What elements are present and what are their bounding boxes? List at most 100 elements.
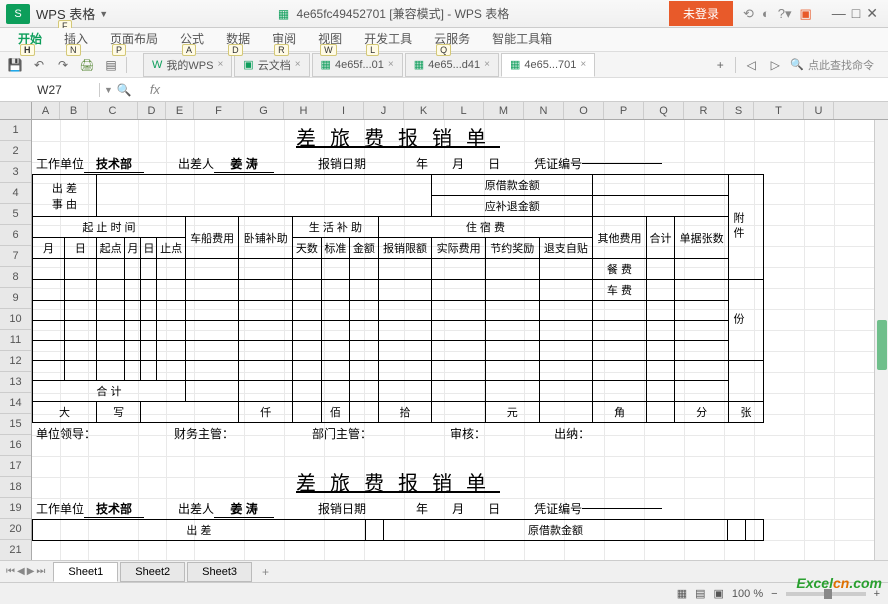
zoom-level[interactable]: 100 % bbox=[732, 588, 763, 600]
col-header-K[interactable]: K bbox=[404, 102, 444, 119]
menu-tab-4[interactable]: 数据D bbox=[224, 26, 252, 51]
zoom-slider[interactable] bbox=[786, 592, 866, 596]
col-header-P[interactable]: P bbox=[604, 102, 644, 119]
print-icon[interactable]: 🖨 bbox=[78, 56, 96, 74]
col-header-C[interactable]: C bbox=[88, 102, 138, 119]
formula-input[interactable] bbox=[170, 83, 888, 97]
view-layout-icon[interactable]: ▤ bbox=[695, 587, 705, 600]
doc-tab-3[interactable]: ▦4e65...d41× bbox=[405, 53, 499, 77]
row-header-21[interactable]: 21 bbox=[0, 540, 31, 560]
doc-tab-1[interactable]: ▣云文档× bbox=[234, 53, 309, 77]
close-icon[interactable]: × bbox=[295, 59, 301, 70]
col-header-S[interactable]: S bbox=[724, 102, 754, 119]
row-header-17[interactable]: 17 bbox=[0, 456, 31, 477]
skin-icon[interactable]: ◐ bbox=[762, 6, 770, 22]
zoom-out-button[interactable]: − bbox=[771, 588, 777, 600]
sync-icon[interactable]: ⟲ bbox=[743, 6, 754, 22]
sheet-prev-icon[interactable]: ◀ bbox=[17, 566, 25, 577]
col-header-M[interactable]: M bbox=[484, 102, 524, 119]
col-header-T[interactable]: T bbox=[754, 102, 804, 119]
undo-icon[interactable]: ↶ bbox=[30, 56, 48, 74]
vertical-scrollbar[interactable] bbox=[874, 120, 888, 560]
row-header-19[interactable]: 19 bbox=[0, 498, 31, 519]
col-header-F[interactable]: F bbox=[194, 102, 244, 119]
col-header-E[interactable]: E bbox=[166, 102, 194, 119]
preview-icon[interactable]: ▤ bbox=[102, 56, 120, 74]
cell-ref-dropdown[interactable]: ▼ bbox=[100, 85, 117, 95]
close-icon[interactable]: × bbox=[388, 59, 394, 70]
col-header-G[interactable]: G bbox=[244, 102, 284, 119]
row-header-10[interactable]: 10 bbox=[0, 309, 31, 330]
col-header-B[interactable]: B bbox=[60, 102, 88, 119]
minimize-button[interactable]: — bbox=[832, 5, 846, 22]
row-header-13[interactable]: 13 bbox=[0, 372, 31, 393]
sheet-next-icon[interactable]: ▶ bbox=[27, 566, 35, 577]
select-all-corner[interactable] bbox=[0, 102, 32, 119]
row-header-16[interactable]: 16 bbox=[0, 435, 31, 456]
scrollbar-thumb[interactable] bbox=[877, 320, 887, 370]
sheet-first-icon[interactable]: ⏮ bbox=[6, 566, 15, 577]
grid-area[interactable]: 差旅费报销单 工作单位 技术部 出差人 姜 涛 报销日期 年 月 日 凭证编号 bbox=[32, 120, 888, 560]
view-normal-icon[interactable]: ▦ bbox=[677, 587, 687, 600]
row-header-6[interactable]: 6 bbox=[0, 225, 31, 246]
menu-tab-8[interactable]: 云服务Q bbox=[432, 26, 472, 51]
row-header-14[interactable]: 14 bbox=[0, 393, 31, 414]
sheet-last-icon[interactable]: ⏭ bbox=[36, 566, 45, 577]
cell-reference-box[interactable]: W27 bbox=[0, 83, 100, 97]
row-header-7[interactable]: 7 bbox=[0, 246, 31, 267]
menu-tab-1[interactable]: 插入N bbox=[62, 26, 90, 51]
add-sheet-button[interactable]: + bbox=[254, 562, 277, 582]
new-tab-button[interactable]: + bbox=[711, 56, 729, 74]
row-header-11[interactable]: 11 bbox=[0, 330, 31, 351]
close-button[interactable]: ✕ bbox=[866, 5, 878, 22]
menu-tab-6[interactable]: 视图W bbox=[316, 26, 344, 51]
row-header-12[interactable]: 12 bbox=[0, 351, 31, 372]
login-button[interactable]: 未登录 bbox=[669, 1, 733, 26]
save-icon[interactable]: 💾 bbox=[6, 56, 24, 74]
ribbon-toggle-icon[interactable]: ▣ bbox=[800, 6, 812, 22]
row-header-18[interactable]: 18 bbox=[0, 477, 31, 498]
close-icon[interactable]: × bbox=[484, 59, 490, 70]
app-menu-dropdown[interactable]: ▼ bbox=[99, 9, 108, 19]
prev-tab-icon[interactable]: ◁ bbox=[742, 56, 760, 74]
menu-tab-0[interactable]: 开始H bbox=[16, 26, 44, 51]
menu-tab-7[interactable]: 开发工具L bbox=[362, 26, 414, 51]
col-header-D[interactable]: D bbox=[138, 102, 166, 119]
row-header-15[interactable]: 15 bbox=[0, 414, 31, 435]
row-header-9[interactable]: 9 bbox=[0, 288, 31, 309]
close-icon[interactable]: × bbox=[580, 59, 586, 70]
sheet-tab-Sheet1[interactable]: Sheet1 bbox=[53, 562, 118, 582]
redo-icon[interactable]: ↷ bbox=[54, 56, 72, 74]
sheet-tab-Sheet3[interactable]: Sheet3 bbox=[187, 562, 252, 582]
col-header-J[interactable]: J bbox=[364, 102, 404, 119]
row-header-8[interactable]: 8 bbox=[0, 267, 31, 288]
col-header-R[interactable]: R bbox=[684, 102, 724, 119]
col-header-L[interactable]: L bbox=[444, 102, 484, 119]
doc-tab-2[interactable]: ▦4e65f...01× bbox=[312, 53, 403, 77]
fx-label[interactable]: fx bbox=[140, 82, 170, 97]
close-icon[interactable]: × bbox=[217, 59, 223, 70]
col-header-A[interactable]: A bbox=[32, 102, 60, 119]
sheet-tab-Sheet2[interactable]: Sheet2 bbox=[120, 562, 185, 582]
maximize-button[interactable]: □ bbox=[852, 5, 860, 22]
row-header-2[interactable]: 2 bbox=[0, 141, 31, 162]
view-break-icon[interactable]: ▣ bbox=[714, 587, 724, 600]
menu-tab-3[interactable]: 公式A bbox=[178, 26, 206, 51]
col-header-O[interactable]: O bbox=[564, 102, 604, 119]
menu-tab-5[interactable]: 审阅R bbox=[270, 26, 298, 51]
col-header-N[interactable]: N bbox=[524, 102, 564, 119]
fx-search-icon[interactable]: 🔍 bbox=[117, 83, 132, 97]
col-header-Q[interactable]: Q bbox=[644, 102, 684, 119]
row-header-3[interactable]: 3 bbox=[0, 162, 31, 183]
doc-tab-0[interactable]: W我的WPS× bbox=[143, 53, 232, 77]
next-tab-icon[interactable]: ▷ bbox=[766, 56, 784, 74]
menu-tab-2[interactable]: 页面布局P bbox=[108, 26, 160, 51]
row-header-20[interactable]: 20 bbox=[0, 519, 31, 540]
doc-tab-4[interactable]: ▦4e65...701× bbox=[501, 53, 595, 77]
row-header-5[interactable]: 5 bbox=[0, 204, 31, 225]
command-search[interactable]: 🔍 点此查找命令 bbox=[790, 57, 882, 73]
col-header-H[interactable]: H bbox=[284, 102, 324, 119]
col-header-I[interactable]: I bbox=[324, 102, 364, 119]
help-icon[interactable]: ?▾ bbox=[778, 6, 792, 22]
row-header-4[interactable]: 4 bbox=[0, 183, 31, 204]
